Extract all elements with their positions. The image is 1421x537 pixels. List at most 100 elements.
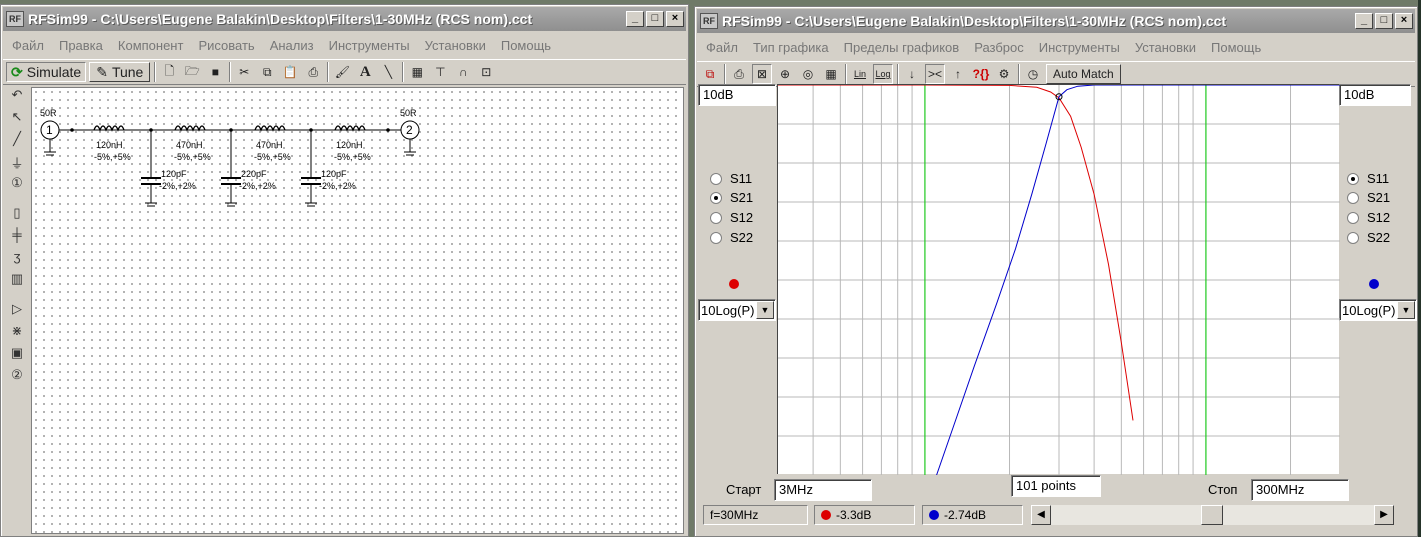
chevron-down-icon[interactable]: ▼	[1397, 301, 1415, 319]
capacitor-1[interactable]	[141, 130, 161, 207]
copy-icon[interactable]: ⧉	[257, 62, 277, 82]
menu-draw[interactable]: Рисовать	[198, 38, 254, 53]
graph-titlebar[interactable]: RF RFSim99 - C:\Users\Eugene Balakin\Des…	[697, 9, 1415, 33]
open-folder-icon[interactable]: 🗁	[182, 62, 202, 82]
text-icon[interactable]: A	[355, 62, 375, 82]
calculator-icon[interactable]: ▦	[407, 62, 427, 82]
menu-tools[interactable]: Инструменты	[329, 38, 410, 53]
polar-chart-icon[interactable]: ◎	[798, 64, 818, 84]
clock-icon[interactable]: ◷	[1023, 64, 1043, 84]
menu-graph-limits[interactable]: Пределы графиков	[844, 40, 960, 55]
save-icon[interactable]: ■	[205, 62, 225, 82]
right-mode-select[interactable]: 10Log(P) ▼	[1339, 299, 1417, 321]
table-icon[interactable]: ▦	[821, 64, 841, 84]
minimize-button[interactable]: _	[1355, 13, 1373, 29]
menu-analysis[interactable]: Анализ	[270, 38, 314, 53]
menu-edit[interactable]: Правка	[59, 38, 103, 53]
close-button[interactable]: ×	[1395, 13, 1413, 29]
port-icon[interactable]: ①	[3, 175, 31, 197]
inductor-2[interactable]	[174, 125, 206, 132]
scroll-left-button[interactable]: ◀	[1031, 505, 1051, 525]
coupled-icon[interactable]: ⋇	[3, 323, 31, 345]
line-tool-icon[interactable]: ╲	[378, 62, 398, 82]
right-radio-s21[interactable]: S21	[1347, 190, 1390, 205]
right-radio-s11[interactable]: S11	[1347, 171, 1389, 186]
capacitor-icon[interactable]: ╪	[3, 227, 31, 249]
menu-file[interactable]: Файл	[706, 40, 738, 55]
stub-icon[interactable]: ⊤	[430, 62, 450, 82]
schematic-titlebar[interactable]: RF RFSim99 - C:\Users\Eugene Balakin\Des…	[3, 7, 686, 31]
new-file-icon[interactable]: 🗋	[159, 62, 179, 82]
schematic-canvas[interactable]: 50R 1 50R 2 120nH -5%,+5% 470nH -5%,+5%	[31, 87, 684, 534]
left-radio-s11[interactable]: S11	[710, 171, 752, 186]
left-radio-s12[interactable]: S12	[710, 210, 753, 225]
graph-plot-area[interactable]	[777, 84, 1340, 476]
menu-settings[interactable]: Установки	[425, 38, 486, 53]
right-radio-s12[interactable]: S12	[1347, 210, 1390, 225]
inductor-icon[interactable]: ʒ	[3, 249, 31, 271]
copy-graph-icon[interactable]: ⧉	[700, 64, 720, 84]
paste-icon[interactable]: 📋	[280, 62, 300, 82]
cut-icon[interactable]: ✂	[234, 62, 254, 82]
simulate-label: Simulate	[26, 64, 82, 80]
menu-help[interactable]: Помощь	[501, 38, 551, 53]
menu-help[interactable]: Помощь	[1211, 40, 1261, 55]
wire-icon[interactable]: ╱	[3, 131, 31, 153]
tune-button[interactable]: ✎ Tune	[89, 62, 151, 82]
close-button[interactable]: ×	[666, 11, 684, 27]
menu-graph-type[interactable]: Тип графика	[753, 40, 829, 55]
arrow-down-icon[interactable]: ↓	[902, 64, 922, 84]
menu-tools[interactable]: Инструменты	[1039, 40, 1120, 55]
left-radio-s21[interactable]: S21	[710, 190, 753, 205]
block1-icon[interactable]: ▣	[3, 345, 31, 367]
menu-settings[interactable]: Установки	[1135, 40, 1196, 55]
frequency-scrollbar[interactable]: ◀ ▶	[1031, 505, 1394, 525]
menu-file[interactable]: Файл	[12, 38, 44, 53]
brush-icon[interactable]: 🖌	[332, 62, 352, 82]
arrow-up-icon[interactable]: ↑	[948, 64, 968, 84]
series-line-1	[778, 84, 1134, 421]
maximize-button[interactable]: □	[1375, 13, 1393, 29]
log-scale-button[interactable]: Log	[873, 64, 893, 84]
inductor-3[interactable]	[254, 125, 286, 132]
capacitor-3[interactable]	[301, 130, 321, 207]
simulate-button[interactable]: ⟳ Simulate	[6, 62, 87, 82]
capacitor-2[interactable]	[221, 130, 241, 207]
rect-plot-icon[interactable]: ⊠	[752, 64, 772, 84]
print-icon[interactable]: ⎙	[303, 62, 323, 82]
ground-icon[interactable]: ⏚	[3, 153, 31, 175]
inductor-4[interactable]	[334, 125, 366, 132]
maximize-button[interactable]: □	[646, 11, 664, 27]
stop-frequency-field[interactable]: 300MHz	[1251, 479, 1349, 501]
coil-icon[interactable]: ∩	[453, 62, 473, 82]
scroll-right-button[interactable]: ▶	[1374, 505, 1394, 525]
marker-icon[interactable]: ><	[925, 64, 945, 84]
right-scale-field[interactable]: 10dB	[1339, 84, 1411, 106]
help-icon[interactable]: ?{}	[971, 64, 991, 84]
minimize-button[interactable]: _	[626, 11, 644, 27]
left-trace-status-dot	[821, 510, 831, 520]
resistor-icon[interactable]: ▯	[3, 205, 31, 227]
lin-scale-button[interactable]: Lin	[850, 64, 870, 84]
right-radio-s22[interactable]: S22	[1347, 230, 1390, 245]
points-field[interactable]: 101 points	[1011, 475, 1101, 497]
left-scale-field[interactable]: 10dB	[698, 84, 776, 106]
scroll-thumb[interactable]	[1201, 505, 1223, 525]
amplifier-icon[interactable]: ▷	[3, 301, 31, 323]
chevron-down-icon[interactable]: ▼	[756, 301, 774, 319]
tune-icon[interactable]: ⚙	[994, 64, 1014, 84]
block2-icon[interactable]: ②	[3, 367, 31, 389]
zoom-icon[interactable]: ⊡	[476, 62, 496, 82]
left-radio-s22[interactable]: S22	[710, 230, 753, 245]
menu-spread[interactable]: Разброс	[974, 40, 1024, 55]
transformer-icon[interactable]: ▥	[3, 271, 31, 293]
left-mode-select[interactable]: 10Log(P) ▼	[698, 299, 776, 321]
auto-match-button[interactable]: Auto Match	[1046, 64, 1121, 84]
menu-component[interactable]: Компонент	[118, 38, 184, 53]
inductor-1[interactable]	[93, 125, 125, 132]
smith-chart-icon[interactable]: ⊕	[775, 64, 795, 84]
print-icon[interactable]: ⎙	[729, 64, 749, 84]
start-frequency-field[interactable]: 3MHz	[774, 479, 872, 501]
rotate-icon[interactable]: ↶	[3, 87, 31, 109]
pointer-icon[interactable]: ↖	[3, 109, 31, 131]
